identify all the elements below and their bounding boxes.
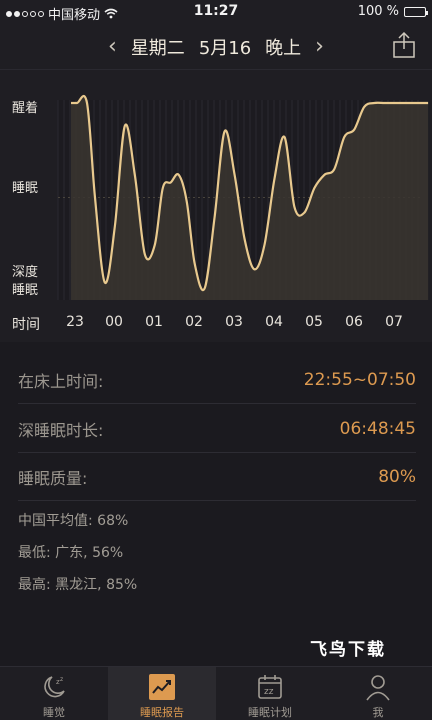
x-tick-label: 03 (225, 314, 243, 330)
bed-time-label: 在床上时间: (18, 371, 104, 391)
report-chart-icon (149, 674, 175, 700)
deep-sleep-value: 06:48:45 (339, 418, 416, 439)
tab-sleep-report-label: 睡眠报告 (140, 706, 184, 719)
chevron-right-icon[interactable]: › (315, 36, 324, 58)
tab-sleep-plan[interactable]: zz 睡眠计划 (216, 667, 324, 720)
x-tick-label: 02 (185, 314, 203, 330)
tab-sleep[interactable]: z z 睡觉 (0, 667, 108, 720)
svg-text:z: z (60, 676, 63, 683)
moon-sleep-icon: z z (44, 676, 65, 698)
y-label-sleep: 睡眠 (12, 181, 39, 196)
calendar-sleep-icon: zz (258, 675, 282, 699)
deep-sleep-label: 深睡眠时长: (18, 420, 104, 440)
tab-sleep-label: 睡觉 (43, 706, 65, 719)
watermark: 飞鸟下载 (310, 640, 386, 660)
tab-bar: z z 睡觉 睡眠报告 zz 睡眠计划 我 (0, 666, 432, 720)
date-navigation-header: ‹ 星期二 5月16 晚上 › (0, 24, 432, 70)
y-label-awake: 醒着 (12, 101, 39, 116)
y-label-deep-1: 深度 (12, 265, 39, 280)
bed-time-value: 22:55~07:50 (303, 369, 416, 390)
x-axis-labels: 时间 23 00 01 02 03 04 05 06 07 (0, 314, 432, 334)
x-tick-label: 05 (305, 314, 323, 330)
bed-time-row: 在床上时间: 22:55~07:50 (18, 356, 416, 404)
tab-me[interactable]: 我 (324, 667, 432, 720)
deep-sleep-row: 深睡眠时长: 06:48:45 (18, 405, 416, 453)
user-icon (366, 675, 390, 701)
sleep-chart: 醒着 睡眠 深度 睡眠 时间 23 00 01 02 03 04 05 06 0… (0, 70, 432, 342)
date-label: 5月16 (198, 38, 252, 59)
national-average-stat: 中国平均值: 68% (18, 513, 129, 529)
sleep-quality-label: 睡眠质量: (18, 468, 88, 488)
y-label-deep-2: 睡眠 (12, 283, 39, 298)
x-tick-label: 23 (66, 314, 84, 330)
x-tick-label: 01 (145, 314, 163, 330)
battery-group: 100 % (357, 4, 428, 19)
x-tick-label: 06 (345, 314, 363, 330)
weekday-label: 星期二 (130, 38, 185, 59)
battery-percent: 100 % (357, 4, 399, 19)
x-axis-title: 时间 (12, 317, 40, 333)
chevron-left-icon[interactable]: ‹ (108, 36, 117, 58)
x-tick-label: 04 (265, 314, 283, 330)
period-label: 晚上 (265, 38, 302, 59)
sleep-quality-row: 睡眠质量: 80% (18, 453, 416, 501)
lowest-stat: 最低: 广东, 56% (18, 545, 124, 561)
x-tick-label: 00 (105, 314, 123, 330)
battery-icon (404, 6, 428, 17)
svg-text:zz: zz (264, 687, 274, 697)
tab-sleep-plan-label: 睡眠计划 (248, 706, 292, 719)
tab-sleep-report[interactable]: 睡眠报告 (108, 667, 216, 720)
share-icon[interactable] (392, 31, 416, 59)
sleep-quality-value: 80% (378, 466, 416, 487)
x-tick-label: 07 (385, 314, 403, 330)
date-selector: ‹ 星期二 5月16 晚上 › (0, 34, 432, 60)
sleep-chart-svg (57, 95, 429, 301)
tab-me-label: 我 (372, 706, 384, 719)
highest-stat: 最高: 黑龙江, 85% (18, 577, 138, 593)
status-bar: 中国移动 11:27 100 % (0, 0, 432, 24)
